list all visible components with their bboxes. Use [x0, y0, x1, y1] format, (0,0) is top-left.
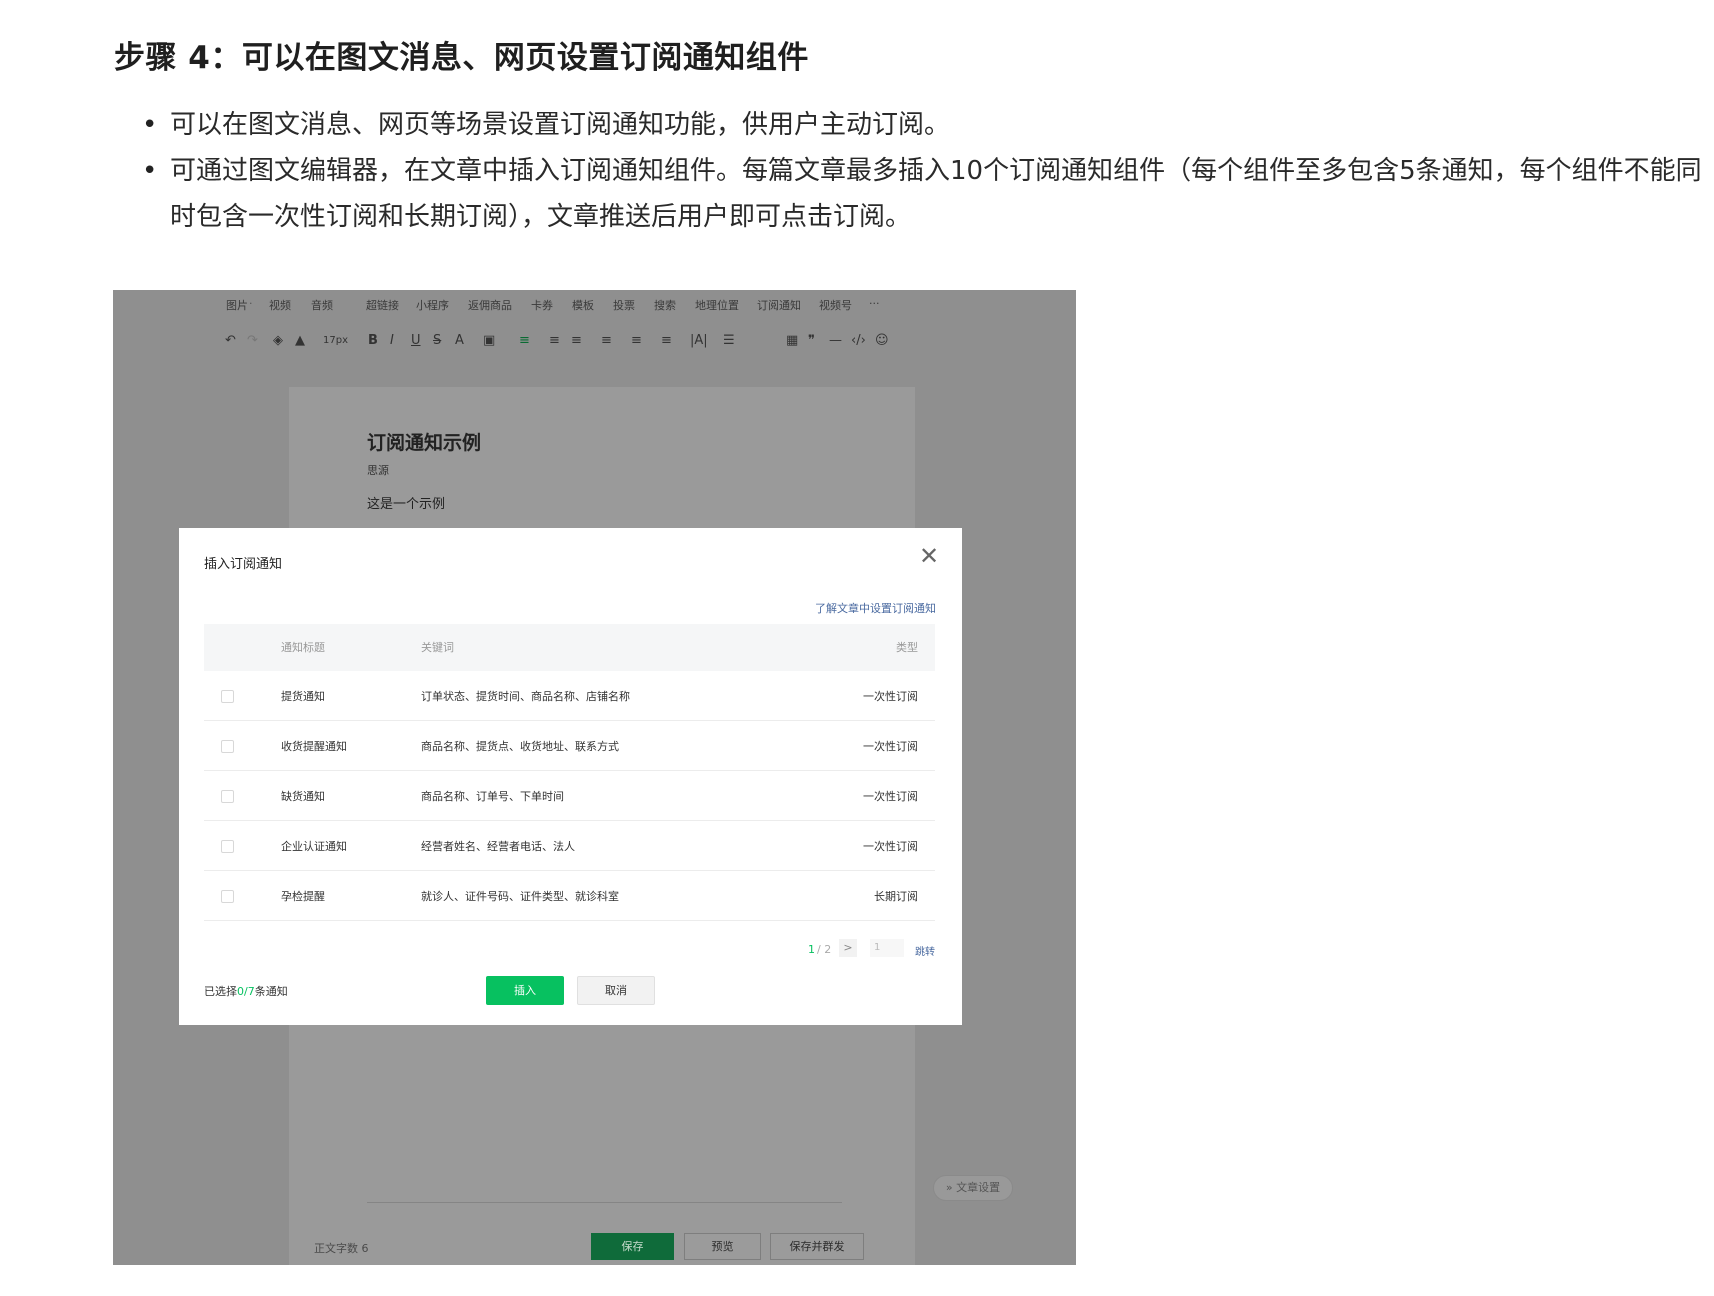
- article-settings-button[interactable]: » 文章设置: [933, 1175, 1013, 1201]
- menu-search[interactable]: 搜索: [654, 297, 676, 313]
- bg-color-icon[interactable]: ▣: [483, 333, 495, 348]
- line-spacing-icon[interactable]: ≡: [601, 333, 612, 348]
- strikethrough-icon[interactable]: S: [433, 333, 441, 348]
- next-page-icon[interactable]: >: [839, 939, 857, 957]
- bullet-item: 可以在图文消息、网页等场景设置订阅通知功能，供用户主动订阅。: [142, 102, 1702, 148]
- page-total: / 2: [817, 943, 832, 956]
- word-count: 正文字数 6: [314, 1242, 369, 1255]
- menu-miniprogram[interactable]: 小程序: [416, 297, 449, 313]
- bullet-item: 可通过图文编辑器，在文章中插入订阅通知组件。每篇文章最多插入10个订阅通知组件（…: [142, 148, 1702, 240]
- list-indent-icon[interactable]: ≡: [661, 333, 672, 348]
- table-row[interactable]: 孕检提醒 就诊人、证件号码、证件类型、就诊科室 长期订阅: [204, 871, 935, 921]
- indent-icon[interactable]: ≡: [571, 333, 582, 348]
- cancel-button[interactable]: 取消: [577, 976, 655, 1005]
- selection-count: 已选择0/7条通知: [204, 985, 288, 998]
- clear-format-icon[interactable]: ▲: [295, 333, 305, 348]
- menu-channels[interactable]: 视频号: [819, 297, 852, 313]
- page-current: 1: [808, 943, 815, 956]
- preview-button[interactable]: 预览: [684, 1233, 761, 1260]
- letter-spacing-icon[interactable]: |A|: [690, 333, 708, 348]
- article-body[interactable]: 这是一个示例: [367, 493, 445, 512]
- insert-subscribe-dialog: 插入订阅通知 ✕ 了解文章中设置订阅通知 通知标题 关键词 类型 提货通知 订单…: [179, 528, 962, 1025]
- close-icon[interactable]: ✕: [919, 544, 939, 568]
- article-author[interactable]: 思源: [367, 462, 389, 478]
- undo-icon[interactable]: ↶: [225, 333, 236, 348]
- menu-template[interactable]: 模板: [572, 297, 594, 313]
- table-row[interactable]: 提货通知 订单状态、提货时间、商品名称、店铺名称 一次性订阅: [204, 671, 935, 721]
- divider-icon[interactable]: —: [829, 333, 842, 348]
- align-left-icon[interactable]: ≡: [519, 333, 530, 348]
- doc-title: 步骤 4：可以在图文消息、网页设置订阅通知组件: [114, 40, 809, 76]
- menu-location[interactable]: 地理位置: [695, 297, 739, 313]
- row-checkbox[interactable]: [221, 690, 234, 703]
- table-row[interactable]: 企业认证通知 经营者姓名、经营者电话、法人 一次性订阅: [204, 821, 935, 871]
- menu-commission-goods[interactable]: 返佣商品: [468, 297, 512, 313]
- quote-icon[interactable]: ❞: [808, 333, 815, 348]
- list-icon[interactable]: ☰: [723, 333, 735, 348]
- dialog-title: 插入订阅通知: [204, 557, 283, 572]
- article-title[interactable]: 订阅通知示例: [367, 428, 481, 455]
- notify-table: 通知标题 关键词 类型 提货通知 订单状态、提货时间、商品名称、店铺名称 一次性…: [204, 624, 935, 921]
- format-toolbar: ↶ ↷ ◈ ▲ 17px B I U S A ▣ ≡ ≡ ≡ ≡ ≡ ≡ |A|…: [113, 320, 1076, 360]
- help-link[interactable]: 了解文章中设置订阅通知: [815, 600, 936, 616]
- insert-menu-bar: 图片 · 视频 音频 超链接 小程序 返佣商品 卡券 模板 投票 搜索 地理位置…: [226, 297, 880, 313]
- row-checkbox[interactable]: [221, 840, 234, 853]
- row-checkbox[interactable]: [221, 790, 234, 803]
- insert-button[interactable]: 插入: [486, 976, 564, 1005]
- table-row[interactable]: 缺货通知 商品名称、订单号、下单时间 一次性订阅: [204, 771, 935, 821]
- menu-audio[interactable]: 音频: [311, 297, 333, 313]
- row-checkbox[interactable]: [221, 740, 234, 753]
- paragraph-spacing-icon[interactable]: ≡: [631, 333, 642, 348]
- col-header-type: 类型: [896, 641, 918, 654]
- bold-icon[interactable]: B: [368, 333, 378, 348]
- editor-divider: [367, 1202, 842, 1203]
- table-header: 通知标题 关键词 类型: [204, 624, 935, 671]
- table-row[interactable]: 收货提醒通知 商品名称、提货点、收货地址、联系方式 一次性订阅: [204, 721, 935, 771]
- col-header-keywords: 关键词: [421, 641, 454, 654]
- format-painter-icon[interactable]: ◈: [273, 333, 283, 348]
- row-checkbox[interactable]: [221, 890, 234, 903]
- menu-hyperlink[interactable]: 超链接: [366, 297, 399, 313]
- redo-icon[interactable]: ↷: [247, 333, 258, 348]
- save-button[interactable]: 保存: [591, 1233, 674, 1260]
- italic-icon[interactable]: I: [390, 333, 394, 348]
- menu-video[interactable]: 视频: [269, 297, 291, 313]
- save-send-button[interactable]: 保存并群发: [770, 1233, 864, 1260]
- col-header-title: 通知标题: [281, 641, 325, 654]
- page-jump-input[interactable]: 1: [870, 939, 904, 957]
- table-icon[interactable]: ▦: [786, 333, 798, 348]
- align-center-icon[interactable]: ≡: [549, 333, 560, 348]
- code-icon[interactable]: ‹/›: [851, 333, 866, 348]
- chevron-down-icon: »: [945, 1181, 953, 1194]
- underline-icon[interactable]: U: [411, 333, 421, 348]
- bullet-list: 可以在图文消息、网页等场景设置订阅通知功能，供用户主动订阅。 可通过图文编辑器，…: [142, 102, 1702, 240]
- more-icon[interactable]: ···: [869, 297, 880, 310]
- menu-image[interactable]: 图片: [226, 297, 248, 313]
- menu-vote[interactable]: 投票: [613, 297, 635, 313]
- font-size-select[interactable]: 17px: [323, 335, 348, 346]
- menu-subscribe-notify[interactable]: 订阅通知: [757, 297, 801, 313]
- editor-screenshot: 图片 · 视频 音频 超链接 小程序 返佣商品 卡券 模板 投票 搜索 地理位置…: [113, 290, 1076, 1265]
- menu-coupon[interactable]: 卡券: [531, 297, 553, 313]
- font-color-icon[interactable]: A: [455, 333, 464, 348]
- emoji-icon[interactable]: ☺: [875, 333, 889, 348]
- page-jump-button[interactable]: 跳转: [915, 943, 935, 958]
